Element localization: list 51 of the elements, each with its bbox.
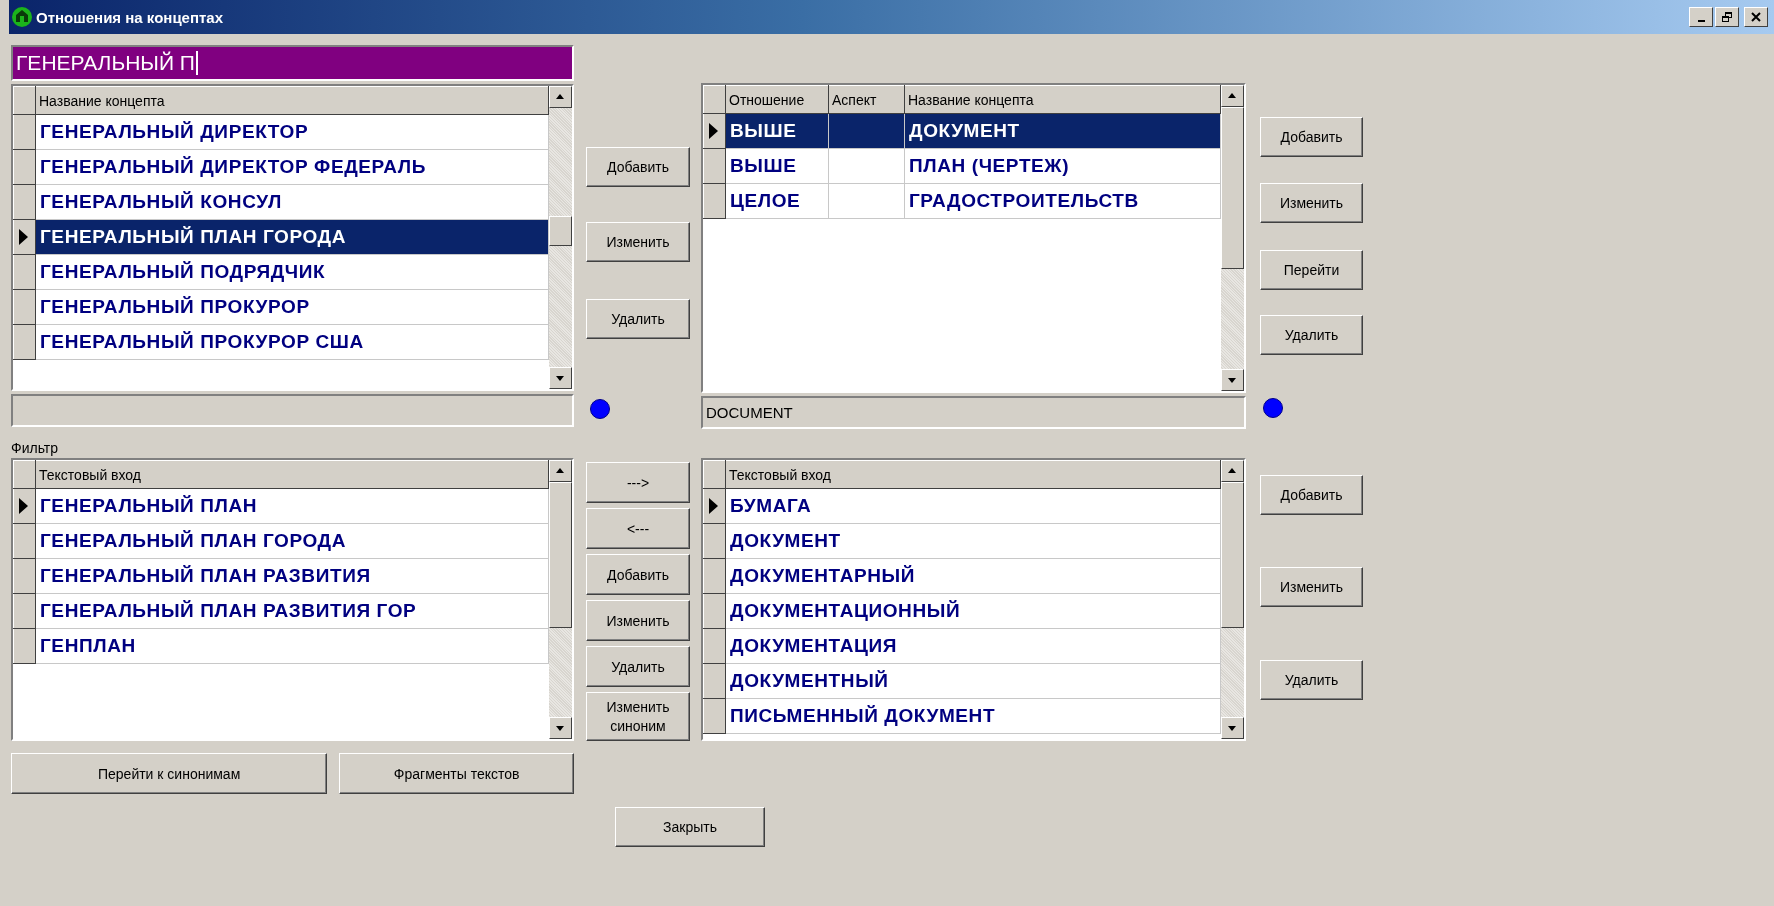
- close-button[interactable]: [1744, 7, 1768, 27]
- button[interactable]: Перейти к синонимам: [11, 753, 328, 794]
- column-header[interactable]: Текстовый вход: [35, 460, 549, 489]
- button[interactable]: Изменить: [1260, 567, 1363, 607]
- button[interactable]: Удалить: [586, 299, 690, 339]
- button[interactable]: Изменить синоним: [586, 692, 690, 741]
- vertical-scrollbar[interactable]: [1221, 460, 1244, 739]
- vertical-scrollbar[interactable]: [549, 460, 572, 739]
- vertical-scrollbar[interactable]: [1221, 85, 1244, 391]
- button[interactable]: Удалить: [1260, 315, 1363, 355]
- column-header[interactable]: Название концепта: [904, 85, 1221, 114]
- button[interactable]: --->: [586, 462, 690, 503]
- column-header[interactable]: Аспект: [828, 85, 905, 114]
- table-row[interactable]: ЦЕЛОЕ ГРАДОСТРОИТЕЛЬСТВ: [703, 183, 1221, 219]
- vertical-scrollbar[interactable]: [549, 86, 572, 389]
- text-field[interactable]: DOCUMENT: [701, 396, 1246, 429]
- table-cell: ДОКУМЕНТ: [904, 113, 1221, 149]
- table-cell: ЦЕЛОЕ: [725, 183, 829, 219]
- button[interactable]: Удалить: [1260, 660, 1363, 700]
- button[interactable]: Изменить: [586, 600, 690, 641]
- button[interactable]: Закрыть: [615, 807, 765, 847]
- table-cell: ГРАДОСТРОИТЕЛЬСТВ: [904, 183, 1221, 219]
- restore-button[interactable]: [1715, 7, 1739, 27]
- button[interactable]: Изменить: [586, 222, 690, 262]
- search-field[interactable]: ГЕНЕРАЛЬНЫЙ П: [11, 45, 574, 81]
- table-row[interactable]: ВЫШЕ ДОКУМЕНТ: [703, 113, 1221, 149]
- column-header[interactable]: Текстовый вход: [725, 460, 1221, 489]
- button[interactable]: Удалить: [586, 646, 690, 687]
- table-cell: ВЫШЕ: [725, 148, 829, 184]
- app-icon: [11, 6, 33, 28]
- button[interactable]: Фрагменты текстов: [339, 753, 574, 794]
- button[interactable]: <---: [586, 508, 690, 549]
- table-cell: ПЛАН (ЧЕРТЕЖ): [904, 148, 1221, 184]
- column-header[interactable]: Отношение: [725, 85, 829, 114]
- table-cell: ВЫШЕ: [725, 113, 829, 149]
- window-title: Отношения на концептах: [36, 8, 224, 26]
- minimize-icon: [1697, 20, 1705, 22]
- minimize-button[interactable]: [1689, 7, 1713, 27]
- indicator-dot: [590, 399, 610, 419]
- button[interactable]: Добавить: [586, 554, 690, 595]
- button[interactable]: Добавить: [1260, 117, 1363, 157]
- button[interactable]: Добавить: [1260, 475, 1363, 515]
- filter-label: Фильтр: [11, 440, 60, 458]
- close-icon: [1751, 12, 1761, 22]
- button[interactable]: Изменить: [1260, 183, 1363, 223]
- restore-icon: [1722, 12, 1732, 22]
- indicator-dot: [1263, 398, 1283, 418]
- button[interactable]: Добавить: [586, 147, 690, 187]
- column-header[interactable]: Название концепта: [35, 86, 549, 115]
- table-row[interactable]: ВЫШЕ ПЛАН (ЧЕРТЕЖ): [703, 148, 1221, 184]
- button[interactable]: Перейти: [1260, 250, 1363, 290]
